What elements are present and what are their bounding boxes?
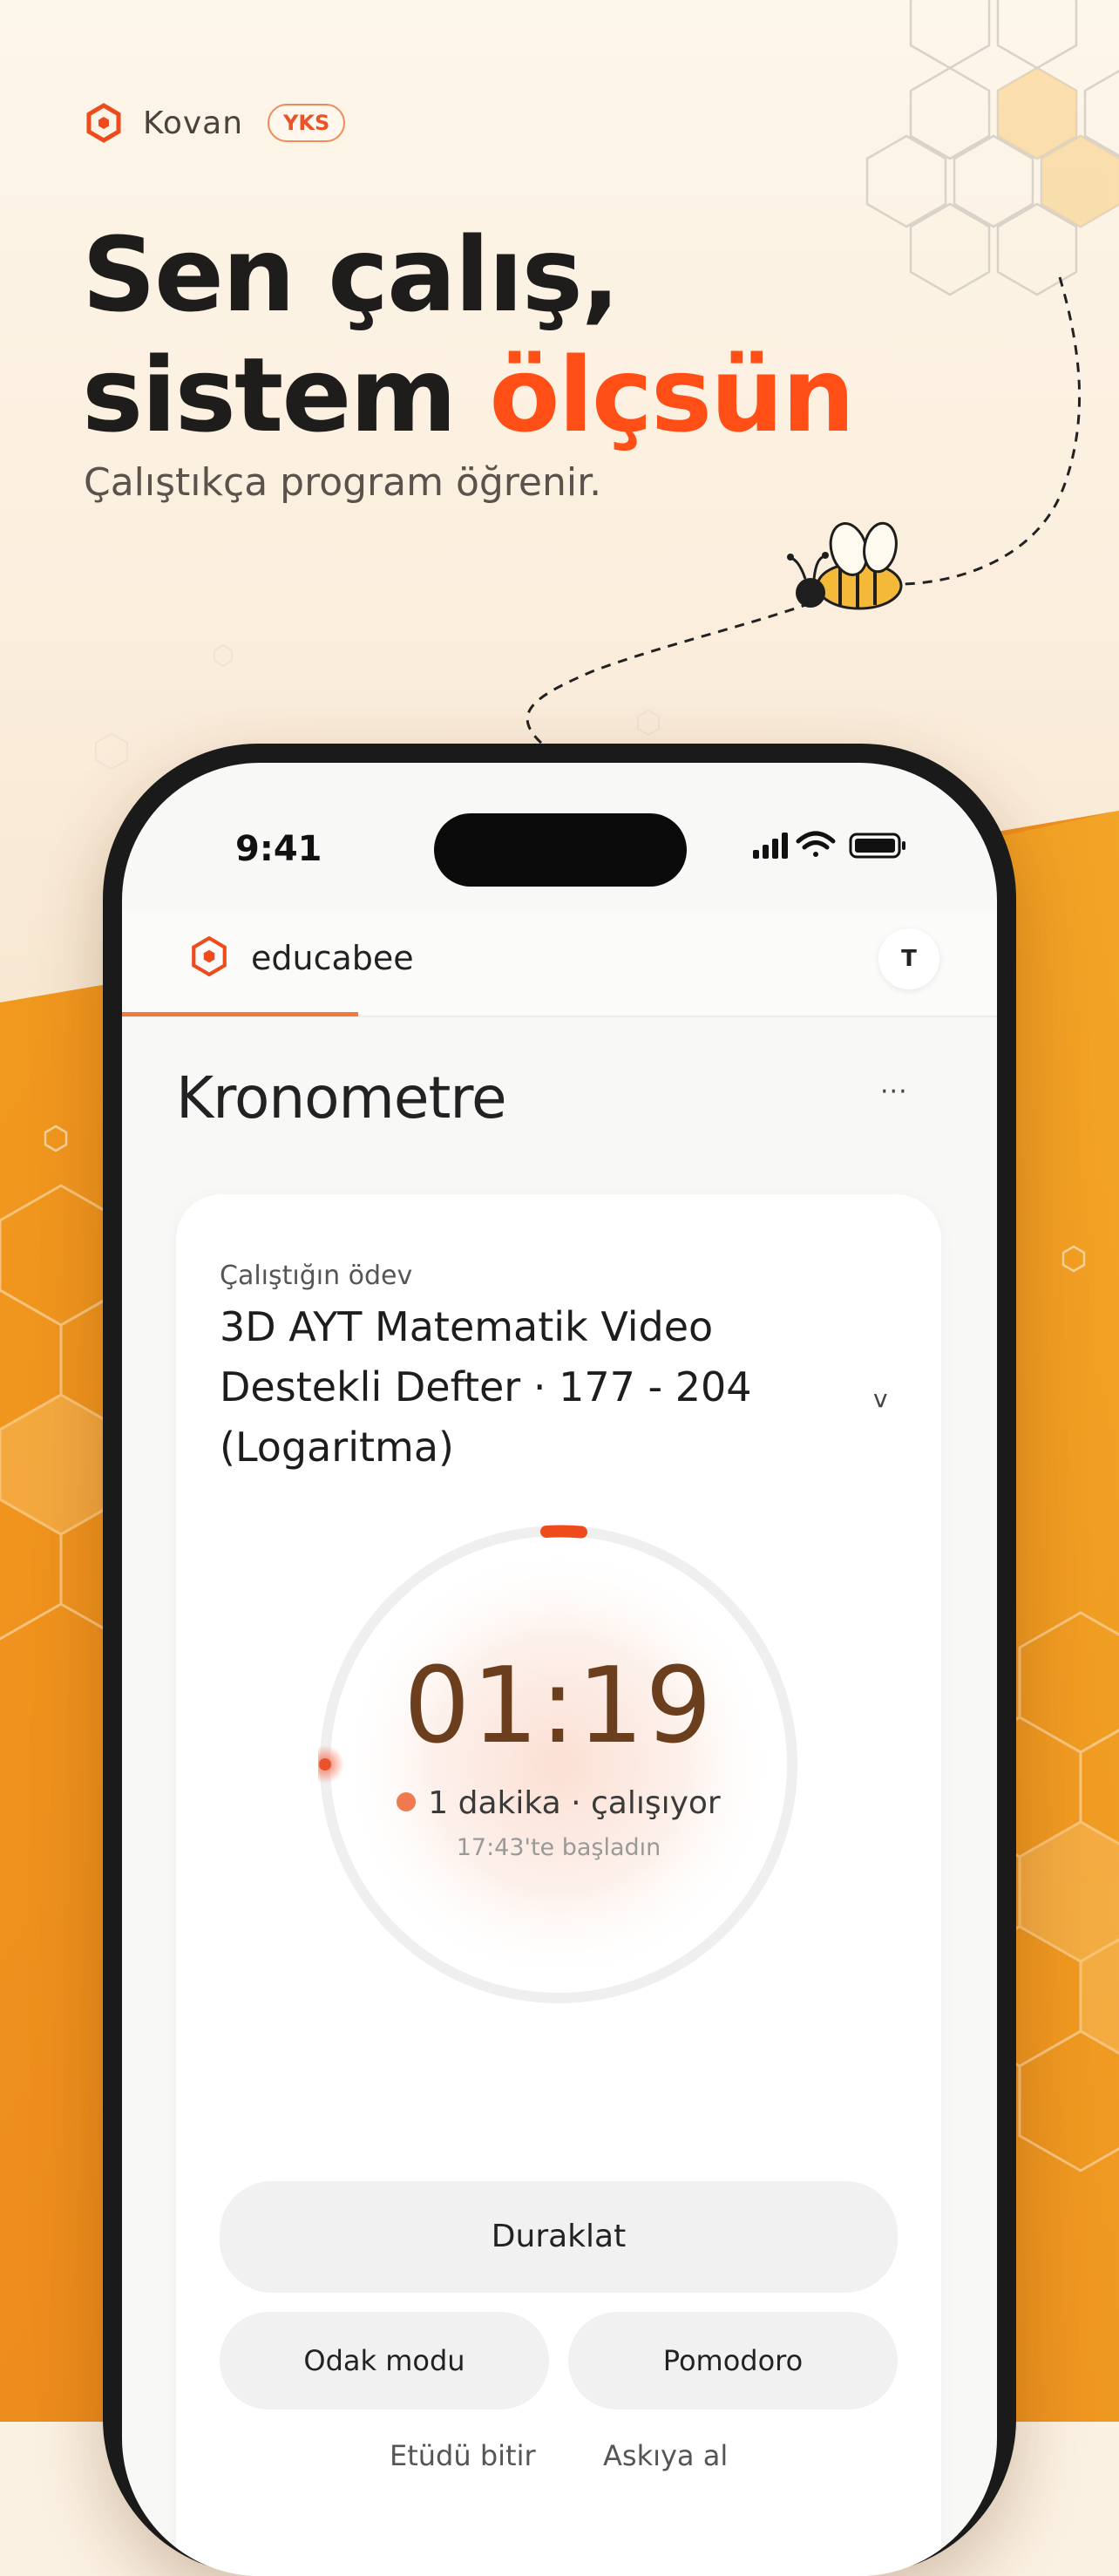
bee-icon [787, 521, 903, 610]
task-selector[interactable]: 3D AYT Matematik Video Destekli Defter ·… [220, 1297, 830, 1478]
pomodoro-button[interactable]: Pomodoro [568, 2312, 898, 2409]
app-bar: educabee T [122, 911, 997, 1017]
pause-button[interactable]: Duraklat [220, 2181, 898, 2293]
brand: Kovan YKS [84, 103, 346, 143]
timer-start-time: 17:43'te başladın [456, 1834, 661, 1861]
educabee-logo-icon [192, 935, 227, 977]
phone-screen: 9:41 educabee T Kronometre ··· Çalıştığı… [122, 763, 997, 2576]
headline-line-2: sistem [82, 335, 490, 455]
brand-name: Kovan [143, 105, 244, 141]
top-progress-bar [122, 1012, 359, 1016]
status-time: 9:41 [235, 829, 322, 869]
dynamic-island [434, 813, 687, 887]
chevron-down-icon[interactable]: v [873, 1384, 888, 1413]
timer-status: 1 dakika · çalışıyor [318, 1785, 799, 1821]
timer-value: 01:19 [404, 1646, 714, 1767]
timer-status-text: 1 dakika · çalışıyor [428, 1785, 721, 1821]
flight-path-upper [897, 276, 1082, 586]
bee-illustration [526, 276, 1082, 750]
finish-study-link[interactable]: Etüdü bitir [390, 2439, 536, 2472]
avatar[interactable]: T [878, 928, 939, 989]
task-label: Çalıştığın ödev [220, 1261, 413, 1291]
running-dot-icon [397, 1792, 417, 1811]
stopwatch-card: Çalıştığın ödev 3D AYT Matematik Video D… [176, 1194, 941, 2576]
exam-badge: YKS [268, 104, 346, 142]
flight-path-lower [526, 602, 811, 750]
timer-dial: 01:19 1 dakika · çalışıyor 17:43'te başl… [306, 1524, 799, 2005]
more-options-button[interactable]: ··· [880, 1077, 908, 1107]
app-name: educabee [251, 939, 414, 977]
hexagon-logo-icon [86, 103, 121, 143]
page-title: Kronometre [176, 1064, 507, 1132]
focus-mode-button[interactable]: Odak modu [220, 2312, 549, 2409]
signal-icon [753, 833, 788, 859]
phone-mockup: 9:41 educabee T Kronometre ··· Çalıştığı… [103, 744, 1016, 2576]
battery-icon [849, 833, 905, 859]
wifi-icon [796, 831, 836, 857]
status-icons [753, 831, 905, 859]
timer-progress-arc [540, 1525, 587, 1539]
suspend-link[interactable]: Askıya al [603, 2439, 728, 2472]
